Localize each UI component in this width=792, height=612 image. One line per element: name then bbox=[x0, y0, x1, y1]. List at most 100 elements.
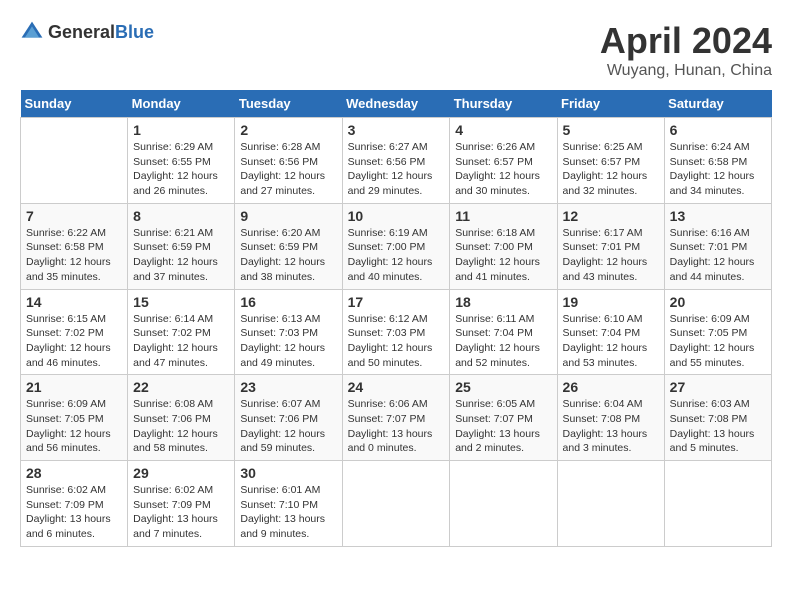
day-info: Sunrise: 6:02 AM Sunset: 7:09 PM Dayligh… bbox=[26, 483, 122, 542]
day-number: 18 bbox=[455, 294, 551, 310]
day-number: 23 bbox=[240, 379, 336, 395]
day-number: 5 bbox=[563, 122, 659, 138]
day-number: 11 bbox=[455, 208, 551, 224]
logo: GeneralBlue bbox=[20, 20, 154, 44]
logo-icon bbox=[20, 20, 44, 44]
day-number: 12 bbox=[563, 208, 659, 224]
calendar-cell: 28 Sunrise: 6:02 AM Sunset: 7:09 PM Dayli… bbox=[21, 461, 128, 547]
day-info: Sunrise: 6:09 AM Sunset: 7:05 PM Dayligh… bbox=[26, 397, 122, 456]
day-number: 19 bbox=[563, 294, 659, 310]
day-info: Sunrise: 6:27 AM Sunset: 6:56 PM Dayligh… bbox=[348, 140, 445, 199]
week-row-2: 14Sunrise: 6:15 AM Sunset: 7:02 PM Dayli… bbox=[21, 289, 772, 375]
calendar-cell: 14Sunrise: 6:15 AM Sunset: 7:02 PM Dayli… bbox=[21, 289, 128, 375]
logo-blue-text: Blue bbox=[115, 22, 154, 42]
day-info: Sunrise: 6:24 AM Sunset: 6:58 PM Dayligh… bbox=[670, 140, 766, 199]
day-number: 17 bbox=[348, 294, 445, 310]
location-title: Wuyang, Hunan, China bbox=[600, 62, 772, 80]
calendar-cell: 17 Sunrise: 6:12 AM Sunset: 7:03 PM Dayli… bbox=[342, 289, 450, 375]
calendar-cell: 30 Sunrise: 6:01 AM Sunset: 7:10 PM Dayli… bbox=[235, 461, 342, 547]
calendar-cell: 15 Sunrise: 6:14 AM Sunset: 7:02 PM Dayli… bbox=[128, 289, 235, 375]
day-info: Sunrise: 6:28 AM Sunset: 6:56 PM Dayligh… bbox=[240, 140, 336, 199]
header-wednesday: Wednesday bbox=[342, 90, 450, 118]
header-friday: Friday bbox=[557, 90, 664, 118]
day-info: Sunrise: 6:01 AM Sunset: 7:10 PM Dayligh… bbox=[240, 483, 336, 542]
calendar-cell: 29 Sunrise: 6:02 AM Sunset: 7:09 PM Dayli… bbox=[128, 461, 235, 547]
day-info: Sunrise: 6:05 AM Sunset: 7:07 PM Dayligh… bbox=[455, 397, 551, 456]
day-number: 14 bbox=[26, 294, 122, 310]
header-tuesday: Tuesday bbox=[235, 90, 342, 118]
day-number: 6 bbox=[670, 122, 766, 138]
day-info: Sunrise: 6:02 AM Sunset: 7:09 PM Dayligh… bbox=[133, 483, 229, 542]
day-number: 29 bbox=[133, 465, 229, 481]
calendar-cell: 8 Sunrise: 6:21 AM Sunset: 6:59 PM Daylig… bbox=[128, 203, 235, 289]
week-row-4: 28 Sunrise: 6:02 AM Sunset: 7:09 PM Dayli… bbox=[21, 461, 772, 547]
calendar-cell: 6 Sunrise: 6:24 AM Sunset: 6:58 PM Daylig… bbox=[664, 118, 771, 204]
day-info: Sunrise: 6:29 AM Sunset: 6:55 PM Dayligh… bbox=[133, 140, 229, 199]
calendar-cell: 10 Sunrise: 6:19 AM Sunset: 7:00 PM Dayli… bbox=[342, 203, 450, 289]
day-number: 7 bbox=[26, 208, 122, 224]
day-number: 25 bbox=[455, 379, 551, 395]
calendar-cell: 7 Sunrise: 6:22 AM Sunset: 6:58 PM Daylig… bbox=[21, 203, 128, 289]
calendar-cell: 12 Sunrise: 6:17 AM Sunset: 7:01 PM Dayli… bbox=[557, 203, 664, 289]
calendar-cell: 2 Sunrise: 6:28 AM Sunset: 6:56 PM Daylig… bbox=[235, 118, 342, 204]
calendar-cell: 9Sunrise: 6:20 AM Sunset: 6:59 PM Daylig… bbox=[235, 203, 342, 289]
calendar-cell: 21Sunrise: 6:09 AM Sunset: 7:05 PM Dayli… bbox=[21, 375, 128, 461]
week-row-3: 21Sunrise: 6:09 AM Sunset: 7:05 PM Dayli… bbox=[21, 375, 772, 461]
day-number: 26 bbox=[563, 379, 659, 395]
day-number: 13 bbox=[670, 208, 766, 224]
day-info: Sunrise: 6:18 AM Sunset: 7:00 PM Dayligh… bbox=[455, 226, 551, 285]
title-area: April 2024 Wuyang, Hunan, China bbox=[600, 20, 772, 80]
day-number: 20 bbox=[670, 294, 766, 310]
calendar-cell: 18 Sunrise: 6:11 AM Sunset: 7:04 PM Dayli… bbox=[450, 289, 557, 375]
header-sunday: Sunday bbox=[21, 90, 128, 118]
day-info: Sunrise: 6:25 AM Sunset: 6:57 PM Dayligh… bbox=[563, 140, 659, 199]
calendar-cell bbox=[21, 118, 128, 204]
day-number: 10 bbox=[348, 208, 445, 224]
day-number: 16 bbox=[240, 294, 336, 310]
day-info: Sunrise: 6:26 AM Sunset: 6:57 PM Dayligh… bbox=[455, 140, 551, 199]
day-info: Sunrise: 6:07 AM Sunset: 7:06 PM Dayligh… bbox=[240, 397, 336, 456]
day-number: 2 bbox=[240, 122, 336, 138]
calendar-cell: 25 Sunrise: 6:05 AM Sunset: 7:07 PM Dayli… bbox=[450, 375, 557, 461]
day-number: 9 bbox=[240, 208, 336, 224]
logo-general-text: General bbox=[48, 22, 115, 42]
calendar-cell bbox=[450, 461, 557, 547]
day-info: Sunrise: 6:06 AM Sunset: 7:07 PM Dayligh… bbox=[348, 397, 445, 456]
day-info: Sunrise: 6:14 AM Sunset: 7:02 PM Dayligh… bbox=[133, 312, 229, 371]
day-number: 8 bbox=[133, 208, 229, 224]
day-number: 15 bbox=[133, 294, 229, 310]
day-info: Sunrise: 6:22 AM Sunset: 6:58 PM Dayligh… bbox=[26, 226, 122, 285]
calendar-cell: 4 Sunrise: 6:26 AM Sunset: 6:57 PM Daylig… bbox=[450, 118, 557, 204]
calendar-cell: 26 Sunrise: 6:04 AM Sunset: 7:08 PM Dayli… bbox=[557, 375, 664, 461]
header-monday: Monday bbox=[128, 90, 235, 118]
calendar-cell: 16 Sunrise: 6:13 AM Sunset: 7:03 PM Dayli… bbox=[235, 289, 342, 375]
calendar-cell: 5 Sunrise: 6:25 AM Sunset: 6:57 PM Daylig… bbox=[557, 118, 664, 204]
month-title: April 2024 bbox=[600, 20, 772, 62]
day-info: Sunrise: 6:09 AM Sunset: 7:05 PM Dayligh… bbox=[670, 312, 766, 371]
calendar-cell: 19Sunrise: 6:10 AM Sunset: 7:04 PM Dayli… bbox=[557, 289, 664, 375]
day-number: 28 bbox=[26, 465, 122, 481]
day-info: Sunrise: 6:13 AM Sunset: 7:03 PM Dayligh… bbox=[240, 312, 336, 371]
day-info: Sunrise: 6:11 AM Sunset: 7:04 PM Dayligh… bbox=[455, 312, 551, 371]
day-info: Sunrise: 6:19 AM Sunset: 7:00 PM Dayligh… bbox=[348, 226, 445, 285]
calendar-table: SundayMondayTuesdayWednesdayThursdayFrid… bbox=[20, 90, 772, 547]
day-info: Sunrise: 6:17 AM Sunset: 7:01 PM Dayligh… bbox=[563, 226, 659, 285]
calendar-cell: 23 Sunrise: 6:07 AM Sunset: 7:06 PM Dayli… bbox=[235, 375, 342, 461]
calendar-header-row: SundayMondayTuesdayWednesdayThursdayFrid… bbox=[21, 90, 772, 118]
day-number: 30 bbox=[240, 465, 336, 481]
day-info: Sunrise: 6:03 AM Sunset: 7:08 PM Dayligh… bbox=[670, 397, 766, 456]
calendar-cell: 24 Sunrise: 6:06 AM Sunset: 7:07 PM Dayli… bbox=[342, 375, 450, 461]
calendar-cell: 13 Sunrise: 6:16 AM Sunset: 7:01 PM Dayli… bbox=[664, 203, 771, 289]
day-number: 24 bbox=[348, 379, 445, 395]
day-info: Sunrise: 6:21 AM Sunset: 6:59 PM Dayligh… bbox=[133, 226, 229, 285]
calendar-cell: 22Sunrise: 6:08 AM Sunset: 7:06 PM Dayli… bbox=[128, 375, 235, 461]
day-info: Sunrise: 6:16 AM Sunset: 7:01 PM Dayligh… bbox=[670, 226, 766, 285]
week-row-0: 1Sunrise: 6:29 AM Sunset: 6:55 PM Daylig… bbox=[21, 118, 772, 204]
header-thursday: Thursday bbox=[450, 90, 557, 118]
calendar-cell: 3Sunrise: 6:27 AM Sunset: 6:56 PM Daylig… bbox=[342, 118, 450, 204]
day-info: Sunrise: 6:04 AM Sunset: 7:08 PM Dayligh… bbox=[563, 397, 659, 456]
day-info: Sunrise: 6:12 AM Sunset: 7:03 PM Dayligh… bbox=[348, 312, 445, 371]
calendar-cell bbox=[557, 461, 664, 547]
day-number: 4 bbox=[455, 122, 551, 138]
day-number: 27 bbox=[670, 379, 766, 395]
